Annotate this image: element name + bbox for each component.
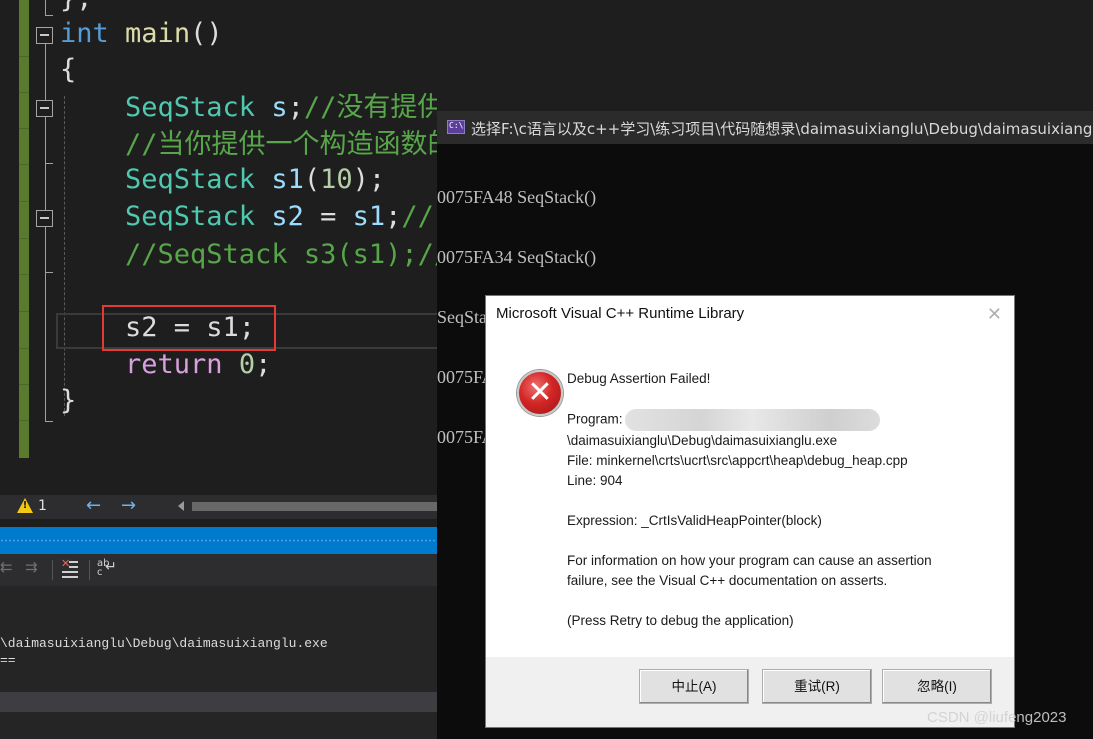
next-message-icon[interactable]: ⇉: [25, 558, 38, 576]
code-token: SeqStack: [60, 92, 256, 123]
output-line: ==: [0, 653, 16, 668]
prev-message-icon[interactable]: ⇇: [0, 558, 13, 576]
console-title: 选择F:\c语言以及c++学习\练习项目\代码随想录\daimasuixiang…: [471, 120, 1093, 138]
program-path: \daimasuixianglu\Debug\daimasuixianglu.e…: [567, 433, 838, 448]
code-token: 0: [238, 349, 256, 380]
code-token: int: [60, 18, 109, 49]
editor-status-strip: ! 1 ← →: [0, 495, 437, 519]
scroll-left-arrow-icon[interactable]: [178, 501, 184, 511]
outline-line: [45, 117, 46, 163]
change-tracking-margin: [19, 0, 29, 458]
toolbar-separator: [52, 560, 53, 580]
outline-tick: [45, 272, 53, 273]
code-token: };: [60, 0, 93, 14]
code-token: {: [60, 54, 77, 85]
code-token: main: [125, 18, 191, 49]
output-horizontal-scrollbar[interactable]: [0, 692, 437, 712]
line-return: return 0;: [60, 347, 271, 383]
code-token: ;: [255, 349, 272, 380]
code-token: ;: [385, 201, 402, 232]
code-token: //: [401, 201, 434, 232]
word-wrap-icon[interactable]: ab c ↵: [97, 559, 117, 578]
retry-hint: (Press Retry to debug the application): [567, 613, 794, 628]
output-text-area[interactable]: \daimasuixianglu\Debug\daimasuixianglu.e…: [0, 586, 437, 692]
panel-bottom: [0, 712, 437, 739]
console-titlebar[interactable]: C:\ 选择F:\c语言以及c++学习\练习项目\代码随想录\daimasuix…: [437, 111, 1093, 144]
outline-tick: [45, 163, 53, 164]
watermark: CSDN @liufeng2023: [927, 709, 1067, 726]
console-line: 0075FA48 SeqStack(): [437, 187, 597, 207]
horizontal-scrollbar[interactable]: [192, 502, 437, 511]
file-line: File: minkernel\crts\ucrt\src\appcrt\hea…: [567, 453, 908, 468]
next-issue-arrow-icon[interactable]: →: [121, 495, 136, 516]
line-close-brace: }: [60, 383, 76, 419]
collapse-comment-toggle-2[interactable]: [36, 210, 53, 227]
output-toolbar: ⇇ ⇉ ✕ ab c ↵: [0, 554, 437, 586]
code-token: ;: [287, 92, 304, 123]
line-seqstack-s1: SeqStack s1(10);: [60, 162, 385, 198]
line-seqstack-s2: SeqStack s2 = s1;//: [60, 199, 434, 235]
console-line: 0075FA34 SeqStack(): [437, 247, 597, 267]
code-token: );: [352, 164, 386, 195]
highlight-annotation-box: [102, 305, 276, 351]
code-token: //没有提供任何构造函数的时候，会为你生成默认构造和默认析构: [303, 92, 437, 123]
line-number: Line: 904: [567, 473, 623, 488]
code-token: s1: [352, 201, 386, 232]
code-token: s2: [255, 201, 304, 232]
previous-issue-arrow-icon[interactable]: ←: [86, 495, 101, 516]
assertion-heading: Debug Assertion Failed!: [567, 371, 711, 386]
code-token: 10: [320, 164, 353, 195]
code-token: SeqStack: [60, 201, 256, 232]
code-token: }: [60, 385, 77, 416]
info-line-2: failure, see the Visual C++ documentatio…: [567, 573, 888, 588]
redacted-path-blur: [624, 409, 880, 431]
dialog-title: Microsoft Visual C++ Runtime Library: [496, 305, 745, 322]
code-token: s: [255, 92, 288, 123]
collapse-comment-toggle[interactable]: [36, 100, 53, 117]
outline-line: [45, 44, 46, 100]
warning-count[interactable]: 1: [38, 498, 47, 514]
outline-line: [45, 227, 46, 272]
code-token: return: [60, 349, 223, 380]
code-token: s1: [255, 164, 304, 195]
retry-button[interactable]: 重试(R): [762, 669, 872, 704]
clear-all-icon[interactable]: ✕: [61, 557, 79, 578]
program-label: Program:: [567, 411, 623, 427]
assertion-dialog[interactable]: Microsoft Visual C++ Runtime Library ✕ ✕…: [485, 295, 1015, 728]
line-main: int main(): [60, 16, 223, 52]
collapse-main-toggle[interactable]: [36, 27, 53, 44]
output-pane-titlebar[interactable]: [0, 527, 437, 554]
warning-exclamation: !: [22, 500, 28, 511]
code-token: (): [190, 18, 223, 49]
code-editor[interactable]: };int main(){ SeqStack s;//没有提供任何构造函数的时候…: [0, 0, 437, 495]
ignore-button[interactable]: 忽略(I): [882, 669, 992, 704]
outline-line: [45, 163, 46, 210]
expression-line: Expression: _CrtIsValidHeapPointer(block…: [567, 513, 822, 528]
close-icon[interactable]: ✕: [987, 304, 1002, 325]
toolbar-separator: [89, 560, 90, 580]
dialog-message: Debug Assertion Failed! Program: \daimas…: [567, 369, 932, 631]
outline-tick: [45, 421, 53, 422]
code-token: SeqStack: [60, 164, 256, 195]
output-line: \daimasuixianglu\Debug\daimasuixianglu.e…: [0, 636, 328, 651]
outline-tick: [45, 15, 53, 16]
code-token: //SeqStack s3(s1);//: [60, 239, 437, 270]
line-seqstack-s: SeqStack s;//没有提供任何构造函数的时候，会为你生成默认构造和默认析…: [60, 90, 437, 126]
line-comment-ctor: //当你提供一个构造函数的时候，就不会再产生默认构造了: [60, 127, 437, 163]
outline-line: [45, 272, 46, 422]
line-open-brace: {: [60, 52, 76, 88]
code-token: //当你提供一个构造函数的时候，就不会再产生默认构造了: [125, 129, 437, 160]
outline-line: [45, 0, 46, 16]
program-row: Program:: [567, 409, 932, 431]
error-icon: ✕: [517, 370, 563, 416]
line-struct-end: };: [60, 0, 93, 17]
code-token: =: [303, 201, 353, 232]
code-token: (: [303, 164, 321, 195]
line-comment-s3: //SeqStack s3(s1);//: [60, 237, 437, 273]
abort-button[interactable]: 中止(A): [639, 669, 749, 704]
console-app-icon: C:\: [447, 120, 465, 134]
info-line-1: For information on how your program can …: [567, 553, 932, 568]
